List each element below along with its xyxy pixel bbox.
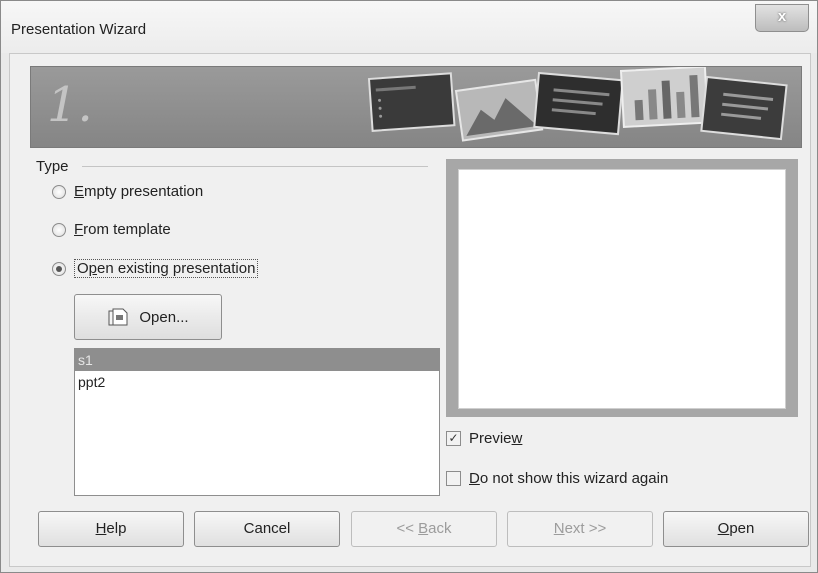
window-title: Presentation Wizard — [11, 21, 147, 38]
preview-checkbox[interactable]: ✓ Preview — [446, 430, 522, 447]
radio-from-template[interactable]: From template — [52, 221, 171, 238]
open-button[interactable]: Open — [663, 511, 809, 547]
radio-label: Open existing presentation — [74, 259, 259, 278]
radio-button[interactable] — [52, 184, 66, 199]
list-item[interactable]: s1 — [75, 349, 439, 371]
radio-empty-presentation[interactable]: Empty presentation — [52, 183, 203, 200]
chart-slide-thumbnail — [619, 67, 709, 128]
type-group-label: Type — [36, 158, 69, 175]
radio-open-existing[interactable]: Open existing presentation — [52, 259, 259, 278]
text-slide-thumbnail — [700, 75, 788, 141]
next-button[interactable]: Next >> — [507, 511, 653, 547]
type-group-divider — [82, 166, 428, 167]
banner-thumbnails — [367, 67, 788, 142]
dark-slide-thumbnail — [367, 72, 456, 132]
preview-checkbox-label: Preview — [469, 430, 523, 447]
open-folder-icon — [108, 308, 128, 326]
no-show-checkbox-label: Do not show this wizard again — [469, 470, 669, 487]
radio-button-checked[interactable] — [52, 261, 66, 276]
wizard-banner: 1. — [30, 66, 802, 148]
back-button[interactable]: << Back — [351, 511, 497, 547]
list-item[interactable]: ppt2 — [75, 371, 439, 393]
mountain-slide-thumbnail — [454, 78, 544, 142]
help-button[interactable]: Help — [38, 511, 184, 547]
open-file-button[interactable]: Open... — [74, 294, 222, 340]
close-icon: x — [777, 8, 787, 25]
open-file-button-label: Open... — [139, 308, 189, 326]
recent-files-list[interactable]: s1 ppt2 — [74, 348, 440, 496]
radio-label: From template — [74, 221, 171, 238]
title-bar: Presentation Wizard x — [1, 1, 817, 53]
preview-frame — [446, 159, 798, 417]
cancel-button[interactable]: Cancel — [194, 511, 340, 547]
radio-label: Empty presentation — [74, 183, 204, 200]
preview-area — [458, 169, 786, 409]
checkbox[interactable] — [446, 471, 461, 486]
checkbox-checked[interactable]: ✓ — [446, 431, 461, 446]
list-slide-thumbnail — [533, 71, 624, 136]
no-show-checkbox[interactable]: Do not show this wizard again — [446, 470, 668, 487]
radio-button[interactable] — [52, 222, 66, 237]
close-button[interactable]: x — [755, 4, 809, 32]
